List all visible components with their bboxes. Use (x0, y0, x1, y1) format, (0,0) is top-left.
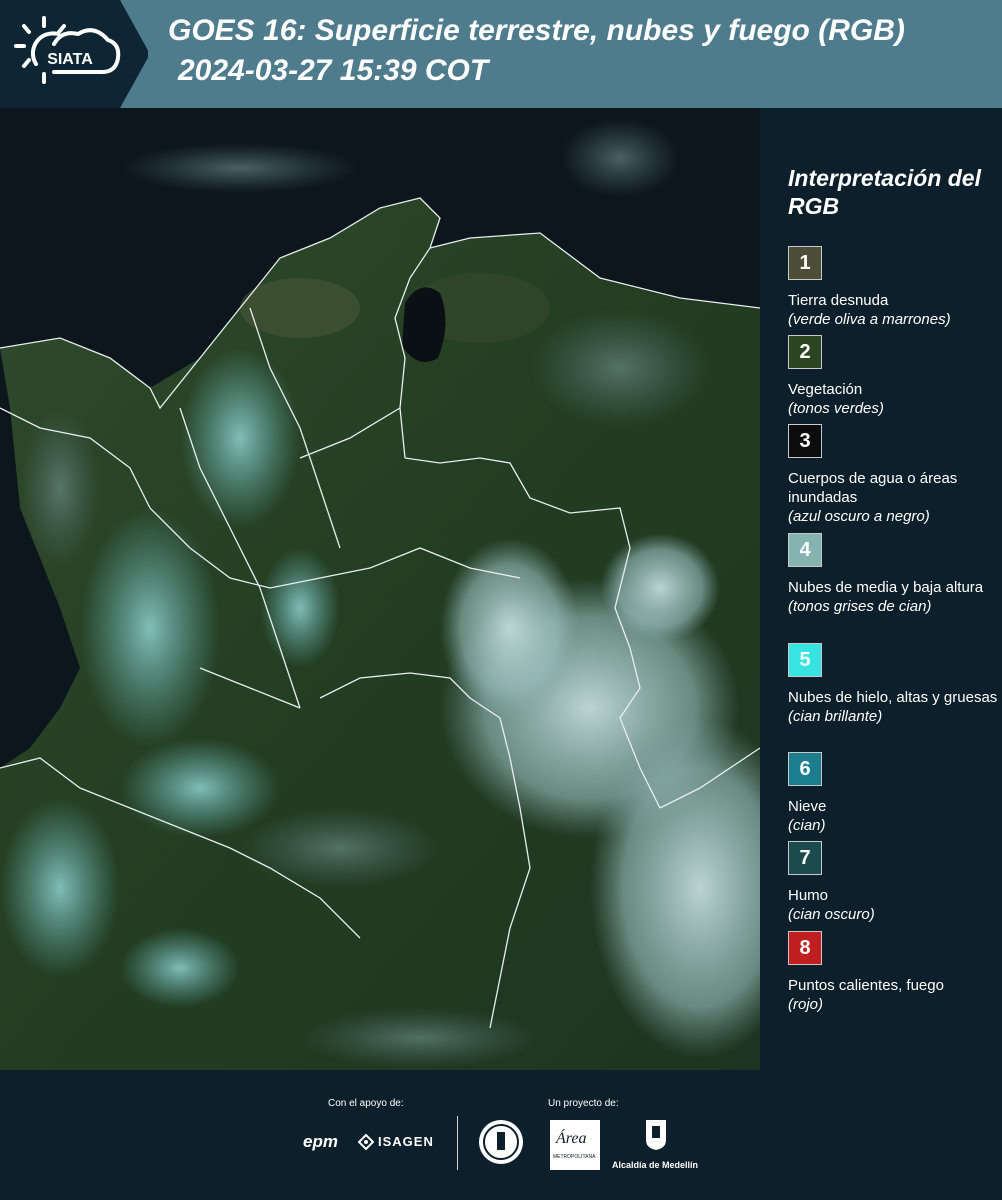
isagen-logo: ISAGEN (378, 1134, 434, 1149)
alcaldia-label: Alcaldía de Medellín (612, 1160, 699, 1170)
header: SIATA GOES 16: Superficie terrestre, nub… (0, 0, 1002, 108)
legend-sublabel: (verde oliva a marrones) (788, 311, 951, 328)
legend-item-water: 3 Cuerpos de agua o áreas inundadas (azu… (788, 424, 998, 526)
legend-swatch: 8 (788, 931, 822, 965)
legend-swatch: 7 (788, 841, 822, 875)
project-label: Un proyecto de: (548, 1098, 619, 1109)
legend-sublabel: (rojo) (788, 996, 824, 1013)
legend-item-low-clouds: 4 Nubes de media y baja altura (tonos gr… (788, 533, 998, 616)
legend-swatch: 4 (788, 533, 822, 567)
logo-panel: SIATA (0, 0, 148, 108)
footer: Con el apoyo de: Un proyecto de: epm ISA… (0, 1070, 1002, 1200)
satellite-map (0, 108, 762, 1070)
legend-label: Nieve (788, 798, 827, 815)
legend-swatch: 2 (788, 335, 822, 369)
alcaldia-shield-icon (644, 1118, 668, 1152)
legend-label: Vegetación (788, 381, 863, 398)
legend-label: Nubes de hielo, altas y gruesas (788, 689, 998, 706)
svg-text:SIATA: SIATA (47, 51, 93, 68)
legend-swatch: 3 (788, 424, 822, 458)
legend-sublabel: (cian brillante) (788, 708, 883, 725)
seal-icon (477, 1118, 525, 1166)
page-title: GOES 16: Superficie terrestre, nubes y f… (168, 14, 905, 47)
legend-panel: Interpretación del RGB 1 Tierra desnuda … (760, 108, 1002, 1070)
legend-swatch: 1 (788, 246, 822, 280)
legend-sublabel: (tonos grises de cian) (788, 598, 932, 615)
siata-logo: SIATA (14, 16, 121, 84)
legend-item-ice-clouds: 5 Nubes de hielo, altas y gruesas (cian … (788, 643, 998, 726)
legend-item-smoke: 7 Humo (cian oscuro) (788, 841, 998, 924)
legend-label: Humo (788, 887, 829, 904)
legend-item-bare-land: 1 Tierra desnuda (verde oliva a marrones… (788, 246, 998, 329)
legend-label: Nubes de media y baja altura (788, 579, 984, 596)
legend-sublabel: (cian oscuro) (788, 906, 875, 923)
legend-label: Puntos calientes, fuego (788, 977, 944, 994)
area-metropolitana-logo: Área METROPOLITANA (550, 1120, 600, 1170)
legend-sublabel: (tonos verdes) (788, 400, 884, 417)
legend-label: Tierra desnuda (788, 292, 889, 309)
legend-item-fire: 8 Puntos calientes, fuego (rojo) (788, 931, 998, 1014)
lake (402, 287, 446, 362)
legend-sublabel: (cian) (788, 817, 826, 834)
legend-swatch: 5 (788, 643, 822, 677)
legend-item-vegetation: 2 Vegetación (tonos verdes) (788, 335, 998, 418)
legend-swatch: 6 (788, 752, 822, 786)
legend-title: Interpretación del RGB (788, 165, 981, 219)
satellite-image (0, 108, 760, 1070)
legend-sublabel: (azul oscuro a negro) (788, 508, 930, 525)
support-label: Con el apoyo de: (328, 1098, 404, 1109)
page-timestamp: 2024-03-27 15:39 COT (178, 54, 489, 87)
legend-label: Cuerpos de agua o áreas inundadas (788, 470, 958, 506)
isagen-icon (357, 1133, 375, 1151)
legend-item-snow: 6 Nieve (cian) (788, 752, 998, 835)
footer-divider (457, 1116, 458, 1170)
epm-logo: epm (303, 1132, 338, 1151)
